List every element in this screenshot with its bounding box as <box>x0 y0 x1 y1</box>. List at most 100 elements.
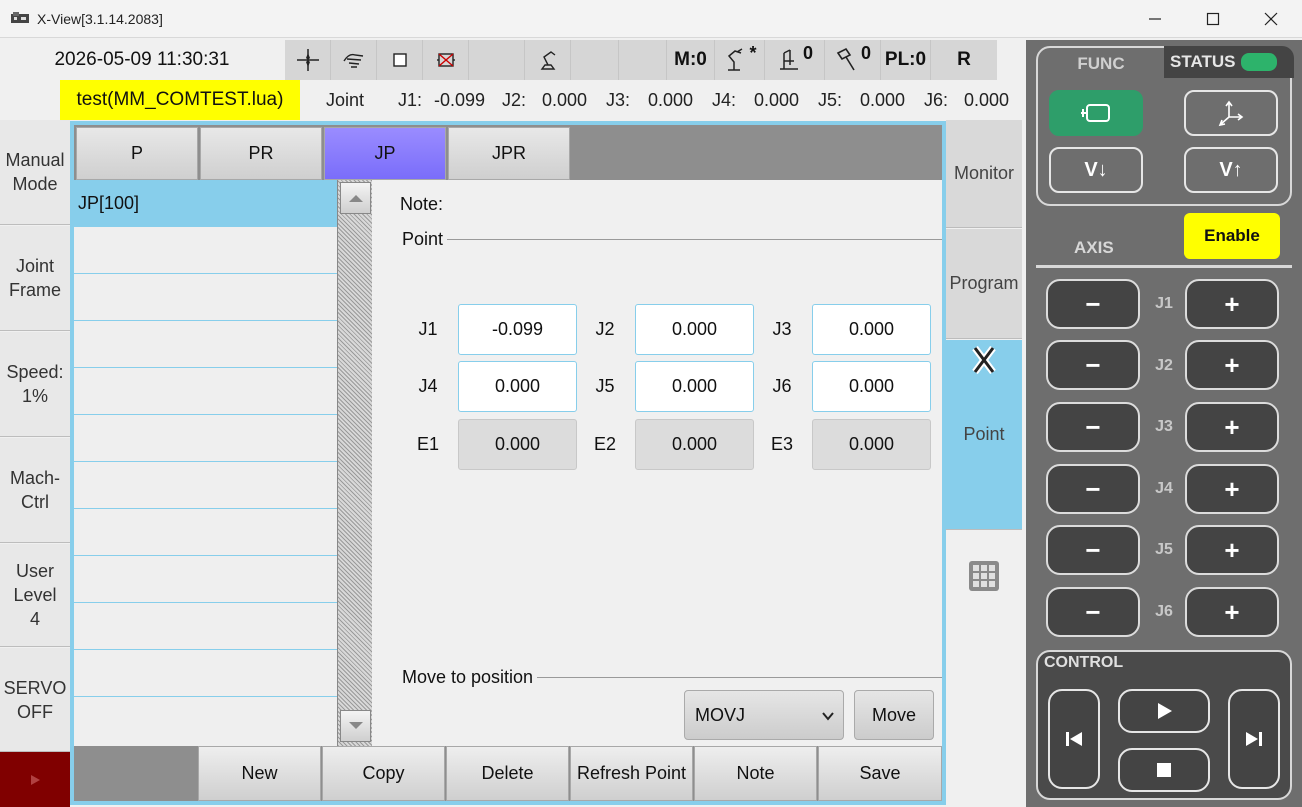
joint-frame-button[interactable]: Joint Frame <box>0 226 70 331</box>
list-item[interactable] <box>74 415 337 462</box>
crosshair-button[interactable] <box>285 40 331 80</box>
device-button[interactable] <box>423 40 469 80</box>
tab-jpr[interactable]: JPR <box>448 127 570 180</box>
play-button[interactable] <box>1118 689 1210 733</box>
user-level-button[interactable]: User Level 4 <box>0 544 70 647</box>
j6-minus-button[interactable]: − <box>1046 587 1140 637</box>
j6-plus-button[interactable]: + <box>1185 587 1279 637</box>
j3-minus-button[interactable]: − <box>1046 402 1140 452</box>
list-item[interactable] <box>74 650 337 697</box>
tab-pr[interactable]: PR <box>200 127 322 180</box>
e2-field: 0.000 <box>635 419 754 470</box>
hand-guide-button[interactable] <box>331 40 377 80</box>
coordinate-button[interactable] <box>1184 90 1278 136</box>
j4-plus-button[interactable]: + <box>1185 464 1279 514</box>
robot-arm-button[interactable] <box>525 40 571 80</box>
j3-plus-button[interactable]: + <box>1185 402 1279 452</box>
nav-monitor[interactable]: Monitor <box>946 120 1022 228</box>
mach-ctrl-button[interactable]: Mach- Ctrl <box>0 438 70 543</box>
delete-button[interactable]: Delete <box>446 746 569 801</box>
speed-button[interactable]: Speed: 1% <box>0 332 70 437</box>
nav-point[interactable]: Point <box>946 340 1022 530</box>
control-box: CONTROL <box>1036 650 1292 800</box>
stop-icon <box>1157 763 1171 777</box>
j2-field[interactable]: 0.000 <box>635 304 754 355</box>
blank-cell <box>619 40 667 80</box>
j5-field[interactable]: 0.000 <box>635 361 754 412</box>
move-type-select[interactable]: MOVJ <box>684 690 844 740</box>
j2-minus-button[interactable]: − <box>1046 340 1140 390</box>
save-button[interactable]: Save <box>818 746 942 801</box>
list-item[interactable] <box>74 697 337 744</box>
list-item[interactable]: JP[100] <box>74 180 337 227</box>
stop-button[interactable] <box>1118 748 1210 792</box>
tab-p[interactable]: P <box>76 127 198 180</box>
keypad-grid-icon[interactable] <box>968 560 1000 592</box>
func-tab[interactable]: FUNC <box>1038 46 1164 82</box>
move-button[interactable]: Move <box>854 690 934 740</box>
stop-toggle-button[interactable] <box>377 40 423 80</box>
manual-mode-button[interactable]: Manual Mode <box>0 120 70 225</box>
axis-label-j2: J2 <box>595 319 615 339</box>
point-section-title: Point <box>402 229 448 250</box>
status-tab[interactable]: STATUS <box>1164 46 1294 78</box>
j1-plus-button[interactable]: + <box>1185 279 1279 329</box>
close-x-icon <box>972 346 996 374</box>
list-item[interactable] <box>74 509 337 556</box>
motor-button[interactable] <box>1049 90 1143 136</box>
point-list: JP[100] <box>74 180 337 746</box>
base-frame-status: 0 <box>765 40 825 80</box>
status-label: STATUS <box>1170 52 1236 71</box>
j3-readout-label: J3: <box>606 89 631 110</box>
list-item[interactable] <box>74 603 337 650</box>
base-count: 0 <box>802 42 813 63</box>
scroll-down-button[interactable] <box>340 710 371 742</box>
j2-plus-button[interactable]: + <box>1185 340 1279 390</box>
j4-minus-button[interactable]: − <box>1046 464 1140 514</box>
point-panel: P PR JP JPR JP[100] Note: Point J1 -0.09… <box>70 121 946 805</box>
joint-readout-title: Joint <box>326 89 365 110</box>
nav-program[interactable]: Program <box>946 229 1022 339</box>
play-icon <box>1158 703 1172 719</box>
point-list-scrollbar[interactable] <box>337 180 372 746</box>
copy-button[interactable]: Copy <box>322 746 445 801</box>
note-button[interactable]: Note <box>694 746 817 801</box>
new-button[interactable]: New <box>198 746 321 801</box>
list-item[interactable] <box>74 462 337 509</box>
list-item[interactable] <box>74 556 337 603</box>
side-nav: Monitor Program Point <box>946 120 1026 807</box>
tool-count: 0 <box>860 42 871 63</box>
e3-field: 0.000 <box>812 419 931 470</box>
j1-readout-label: J1: <box>398 89 423 110</box>
j5-minus-button[interactable]: − <box>1046 525 1140 575</box>
scroll-up-button[interactable] <box>340 182 371 214</box>
blank-cell <box>469 40 525 80</box>
j1-field[interactable]: -0.099 <box>458 304 577 355</box>
run-indicator[interactable] <box>0 752 70 807</box>
minimize-button[interactable] <box>1126 0 1184 38</box>
speed-down-button[interactable]: V↓ <box>1049 147 1143 193</box>
step-forward-button[interactable] <box>1228 689 1280 789</box>
j3-field[interactable]: 0.000 <box>812 304 931 355</box>
enable-button[interactable]: Enable <box>1184 213 1280 259</box>
j4-readout-label: J4: <box>712 89 737 110</box>
j4-field[interactable]: 0.000 <box>458 361 577 412</box>
servo-button[interactable]: SERVO OFF <box>0 648 70 752</box>
j4-readout-value: 0.000 <box>754 89 800 110</box>
list-item[interactable] <box>74 321 337 368</box>
step-back-button[interactable] <box>1048 689 1100 789</box>
maximize-button[interactable] <box>1184 0 1242 38</box>
datetime-display: 2026-05-09 11:30:31 <box>54 49 230 70</box>
j1-minus-button[interactable]: − <box>1046 279 1140 329</box>
list-item[interactable] <box>74 227 337 274</box>
j6-field[interactable]: 0.000 <box>812 361 931 412</box>
refresh-point-button[interactable]: Refresh Point <box>570 746 693 801</box>
axes-icon <box>1218 100 1244 127</box>
square-icon <box>392 53 407 67</box>
j5-plus-button[interactable]: + <box>1185 525 1279 575</box>
tab-jp[interactable]: JP <box>324 127 446 180</box>
close-button[interactable] <box>1242 0 1300 38</box>
list-item[interactable] <box>74 368 337 415</box>
speed-up-button[interactable]: V↑ <box>1184 147 1278 193</box>
list-item[interactable] <box>74 274 337 321</box>
